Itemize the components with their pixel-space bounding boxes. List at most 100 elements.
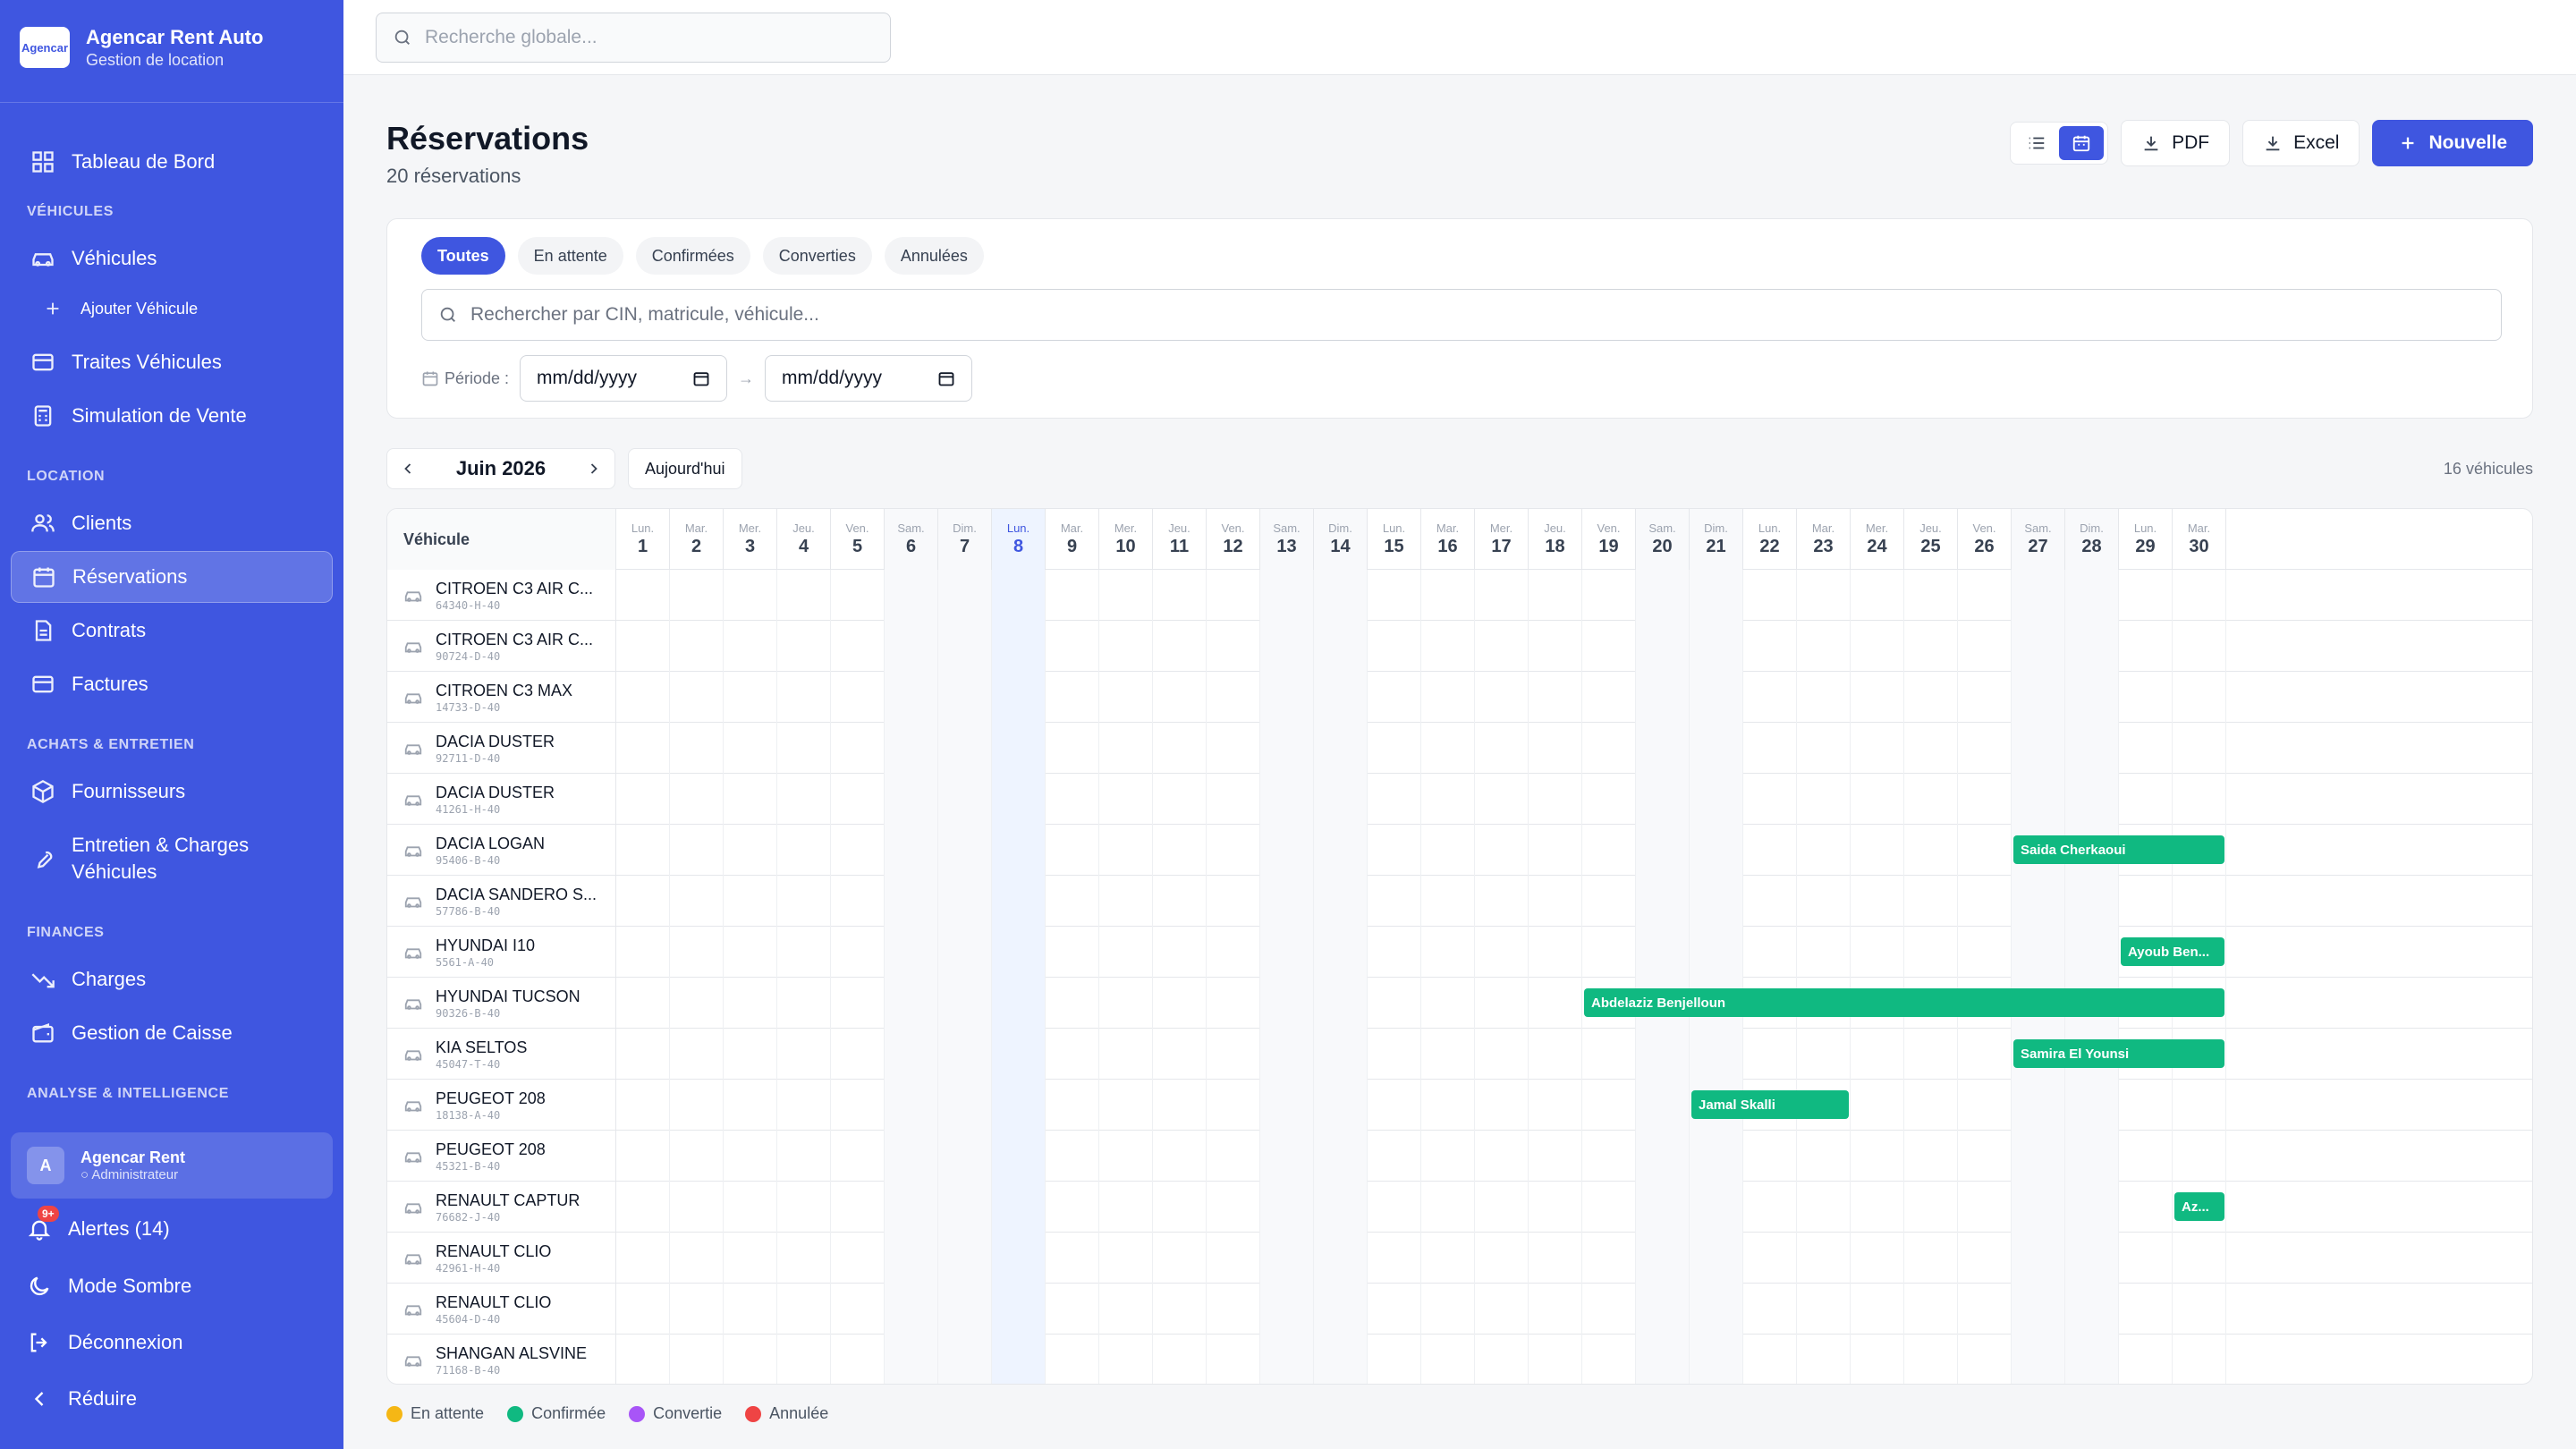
- day-cell[interactable]: [724, 1080, 777, 1131]
- day-cell[interactable]: [1797, 1182, 1851, 1233]
- day-cell[interactable]: [1260, 570, 1314, 621]
- day-cell[interactable]: [938, 978, 992, 1029]
- day-cell[interactable]: [1743, 1182, 1797, 1233]
- day-cell[interactable]: [1475, 1029, 1529, 1080]
- day-cell[interactable]: [2065, 1284, 2119, 1335]
- day-cell[interactable]: [992, 978, 1046, 1029]
- day-cell[interactable]: [2012, 1335, 2065, 1384]
- day-cell[interactable]: [777, 825, 831, 876]
- day-cell[interactable]: [992, 570, 1046, 621]
- day-cell[interactable]: [885, 723, 938, 774]
- day-cell[interactable]: [938, 876, 992, 927]
- tab-converties[interactable]: Converties: [762, 237, 872, 275]
- reservation-bar[interactable]: Az...: [2174, 1192, 2224, 1221]
- day-cell[interactable]: [724, 1182, 777, 1233]
- day-cell[interactable]: [1529, 1182, 1582, 1233]
- day-cell[interactable]: [992, 774, 1046, 825]
- day-cell[interactable]: [1207, 1029, 1260, 1080]
- reservation-bar[interactable]: Jamal Skalli: [1691, 1090, 1849, 1119]
- day-cell[interactable]: [1207, 672, 1260, 723]
- day-cell[interactable]: [885, 927, 938, 978]
- day-cell[interactable]: [1797, 1284, 1851, 1335]
- day-cell[interactable]: [1529, 1131, 1582, 1182]
- day-cell[interactable]: [1046, 1029, 1099, 1080]
- day-cell[interactable]: [670, 978, 724, 1029]
- day-cell[interactable]: [1636, 1233, 1690, 1284]
- day-cell[interactable]: [1153, 1080, 1207, 1131]
- day-cell[interactable]: [616, 570, 670, 621]
- day-cell[interactable]: [670, 825, 724, 876]
- calendar-view-button[interactable]: [2059, 126, 2105, 160]
- vehicle-cell[interactable]: DACIA DUSTER 92711-D-40: [387, 723, 616, 774]
- day-cell[interactable]: [670, 672, 724, 723]
- day-cell[interactable]: [724, 774, 777, 825]
- day-cell[interactable]: [1207, 774, 1260, 825]
- day-cell[interactable]: [1421, 1233, 1475, 1284]
- day-cell[interactable]: [1743, 1131, 1797, 1182]
- day-cell[interactable]: [831, 1182, 885, 1233]
- day-cell[interactable]: [2173, 1335, 2226, 1384]
- day-cell[interactable]: [1260, 978, 1314, 1029]
- day-cell[interactable]: [2012, 774, 2065, 825]
- day-cell[interactable]: [1958, 672, 2012, 723]
- day-cell[interactable]: [1153, 1182, 1207, 1233]
- day-cell[interactable]: [1421, 1284, 1475, 1335]
- day-cell[interactable]: [2173, 1080, 2226, 1131]
- day-cell[interactable]: [1260, 621, 1314, 672]
- day-cell[interactable]: [1046, 978, 1099, 1029]
- day-cell[interactable]: [1475, 774, 1529, 825]
- day-cell[interactable]: [1904, 570, 1958, 621]
- day-cell[interactable]: [1260, 1233, 1314, 1284]
- day-cell[interactable]: [1099, 774, 1153, 825]
- day-cell[interactable]: [1260, 927, 1314, 978]
- day-cell[interactable]: [724, 978, 777, 1029]
- day-cell[interactable]: [1904, 825, 1958, 876]
- day-cell[interactable]: [1314, 1029, 1368, 1080]
- day-cell[interactable]: [1743, 1233, 1797, 1284]
- day-cell[interactable]: [777, 672, 831, 723]
- day-cell[interactable]: [938, 1233, 992, 1284]
- day-cell[interactable]: [1153, 1131, 1207, 1182]
- day-cell[interactable]: [616, 723, 670, 774]
- day-cell[interactable]: [2065, 927, 2119, 978]
- day-cell[interactable]: [616, 978, 670, 1029]
- day-cell[interactable]: [1475, 1131, 1529, 1182]
- day-cell[interactable]: [1368, 1335, 1421, 1384]
- day-cell[interactable]: [1851, 621, 1904, 672]
- day-cell[interactable]: [1636, 570, 1690, 621]
- day-cell[interactable]: [1260, 1029, 1314, 1080]
- vehicle-cell[interactable]: CITROEN C3 AIR C... 64340-H-40: [387, 570, 616, 621]
- alerts-button[interactable]: 9+ Alertes (14): [27, 1206, 170, 1241]
- export-excel-button[interactable]: Excel: [2242, 120, 2360, 166]
- day-cell[interactable]: [1207, 621, 1260, 672]
- day-cell[interactable]: [2065, 1335, 2119, 1384]
- day-cell[interactable]: [616, 825, 670, 876]
- day-cell[interactable]: [1529, 978, 1582, 1029]
- day-cell[interactable]: [2065, 621, 2119, 672]
- vehicle-cell[interactable]: HYUNDAI TUCSON 90326-B-40: [387, 978, 616, 1029]
- vehicle-cell[interactable]: DACIA LOGAN 95406-B-40: [387, 825, 616, 876]
- day-cell[interactable]: [1153, 876, 1207, 927]
- day-cell[interactable]: [938, 927, 992, 978]
- day-cell[interactable]: [2119, 723, 2173, 774]
- day-cell[interactable]: [1582, 1233, 1636, 1284]
- day-cell[interactable]: [885, 672, 938, 723]
- day-cell[interactable]: [616, 621, 670, 672]
- day-cell[interactable]: [1368, 621, 1421, 672]
- day-cell[interactable]: [992, 621, 1046, 672]
- day-cell[interactable]: [2012, 1182, 2065, 1233]
- reservation-bar[interactable]: Samira El Younsi: [2013, 1039, 2224, 1068]
- day-cell[interactable]: [1529, 1080, 1582, 1131]
- day-cell[interactable]: [2119, 1335, 2173, 1384]
- day-cell[interactable]: [2173, 1233, 2226, 1284]
- day-cell[interactable]: [1207, 723, 1260, 774]
- day-cell[interactable]: [1904, 876, 1958, 927]
- day-cell[interactable]: [1314, 1233, 1368, 1284]
- day-cell[interactable]: [1475, 672, 1529, 723]
- day-cell[interactable]: [1904, 1182, 1958, 1233]
- day-cell[interactable]: [1690, 1284, 1743, 1335]
- vehicle-cell[interactable]: DACIA DUSTER 41261-H-40: [387, 774, 616, 825]
- day-cell[interactable]: [1743, 825, 1797, 876]
- sidebar-item-vehicules[interactable]: Véhicules: [11, 233, 333, 284]
- day-cell[interactable]: [1207, 825, 1260, 876]
